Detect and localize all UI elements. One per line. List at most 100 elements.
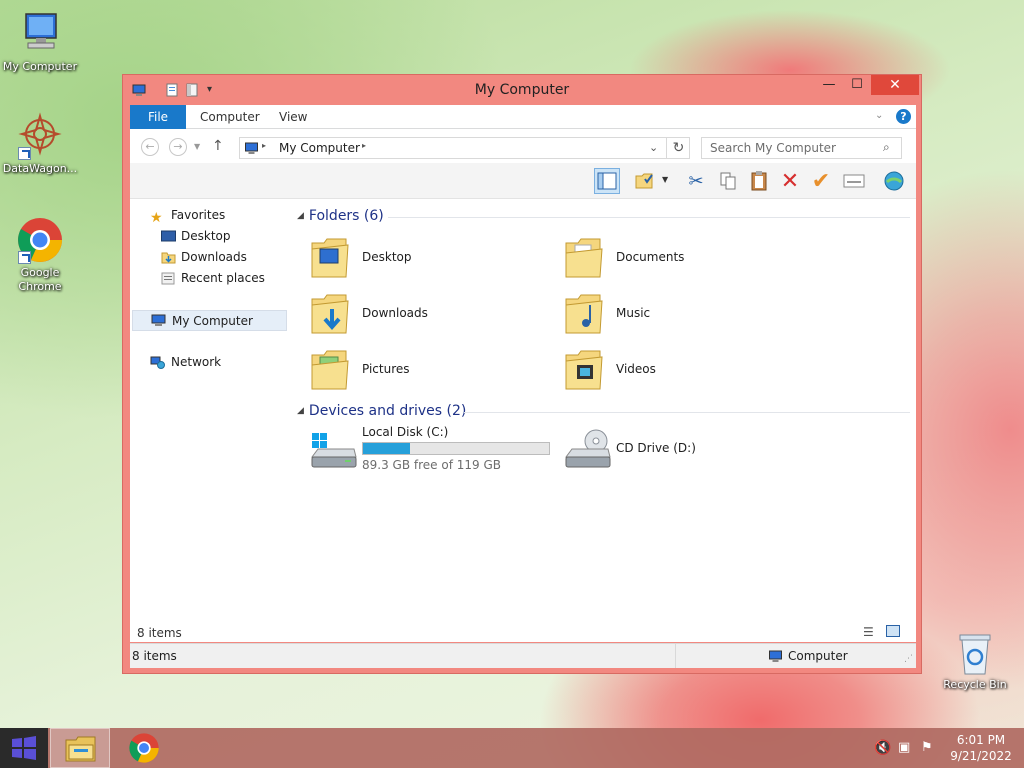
- shortcut-arrow-icon: [18, 147, 31, 160]
- group-divider: [388, 217, 910, 218]
- breadcrumb-separator-icon[interactable]: ▸: [362, 141, 366, 150]
- forward-button[interactable]: →: [169, 138, 187, 156]
- chrome-icon: [129, 733, 159, 763]
- details-view-icon[interactable]: ☰: [863, 625, 874, 639]
- nav-favorites-downloads[interactable]: Downloads: [161, 247, 247, 268]
- nav-favorites-desktop[interactable]: Desktop: [161, 226, 231, 247]
- refresh-icon[interactable]: ↻: [666, 137, 690, 159]
- collapse-triangle-icon[interactable]: ◢: [297, 211, 304, 221]
- minimize-button[interactable]: —: [815, 75, 843, 95]
- preview-pane-icon: [597, 172, 617, 190]
- nav-label: Network: [171, 355, 222, 369]
- folder-videos[interactable]: Videos: [564, 343, 804, 395]
- navigation-bar: ← → ▼ ↑ ▸ My Computer ▸ ⌄ ↻ Search My Co…: [130, 129, 916, 163]
- clock-date: 9/21/2022: [950, 749, 1012, 763]
- recent-places-icon: [161, 272, 175, 285]
- new-folder-icon[interactable]: [185, 83, 199, 97]
- up-button[interactable]: ↑: [212, 138, 224, 154]
- nav-label: Favorites: [171, 208, 226, 222]
- desktop-icon-my-computer[interactable]: My Computer: [0, 10, 80, 74]
- datawagon-icon: [16, 112, 64, 160]
- drive-local-disk-c[interactable]: Local Disk (C:) 89.3 GB free of 119 GB: [310, 423, 554, 475]
- drive-free-space: 89.3 GB free of 119 GB: [362, 458, 501, 472]
- properties-card-icon: [843, 174, 865, 188]
- rename-button[interactable]: ✔: [808, 168, 834, 194]
- back-button[interactable]: ←: [141, 138, 159, 156]
- group-header-folders[interactable]: ◢ Folders (6): [297, 208, 384, 224]
- nav-network[interactable]: Network: [150, 352, 221, 373]
- volume-muted-icon[interactable]: 🔇: [874, 740, 891, 756]
- taskbar-file-explorer[interactable]: [50, 728, 110, 768]
- maximize-button[interactable]: ☐: [843, 75, 871, 95]
- desktop-folder-icon: [311, 238, 349, 278]
- breadcrumb-separator-icon[interactable]: ▸: [262, 141, 266, 150]
- network-tray-icon[interactable]: ▣: [898, 740, 910, 755]
- clock-time: 6:01 PM: [956, 733, 1006, 747]
- delete-button[interactable]: ✕: [777, 168, 803, 194]
- nav-label: Recent places: [181, 271, 265, 285]
- videos-folder-icon: [565, 350, 603, 390]
- nav-label: My Computer: [172, 314, 253, 328]
- group-header-devices[interactable]: ◢ Devices and drives (2): [297, 403, 466, 419]
- action-center-flag-icon[interactable]: ⚑: [921, 740, 933, 755]
- taskbar-clock[interactable]: 6:01 PM 9/21/2022: [944, 732, 1018, 764]
- downloads-folder-icon: [311, 294, 349, 334]
- taskbar-chrome[interactable]: [120, 728, 168, 768]
- drive-cd-d[interactable]: CD Drive (D:): [564, 423, 804, 475]
- folder-music[interactable]: Music: [564, 287, 804, 339]
- group-divider: [464, 412, 910, 413]
- chrome-icon: [16, 216, 64, 264]
- collapse-triangle-icon[interactable]: ◢: [297, 406, 304, 416]
- copy-button[interactable]: [715, 168, 741, 194]
- explorer-window: ▾ My Computer — ☐ ✕ File Computer View ⌄…: [122, 74, 922, 674]
- cut-button[interactable]: ✂: [683, 168, 709, 194]
- desktop-icon-google-chrome[interactable]: Google Chrome: [0, 216, 80, 294]
- nav-favorites[interactable]: ★ Favorites: [150, 205, 225, 226]
- resize-grip-icon[interactable]: ⋰: [904, 654, 913, 664]
- status-item-count: 8 items: [132, 649, 177, 663]
- nav-favorites-recent-places[interactable]: Recent places: [161, 268, 265, 289]
- address-bar[interactable]: ▸ My Computer ▸ ⌄ ↻: [239, 137, 690, 159]
- tab-file[interactable]: File: [130, 105, 186, 129]
- tab-computer[interactable]: Computer: [187, 105, 273, 129]
- folder-options-button[interactable]: [632, 168, 658, 194]
- desktop-icon-datawagon[interactable]: DataWagon...: [0, 112, 80, 176]
- desktop-icon-label: DataWagon...: [2, 162, 78, 175]
- desktop-icon-recycle-bin[interactable]: Recycle Bin: [935, 632, 1015, 692]
- expand-ribbon-icon[interactable]: ⌄: [875, 110, 883, 121]
- search-icon[interactable]: ⌕: [883, 140, 890, 155]
- large-icons-view-icon[interactable]: [886, 625, 900, 637]
- preview-pane-button[interactable]: [594, 168, 620, 194]
- address-dropdown-icon[interactable]: ⌄: [649, 141, 658, 154]
- network-globe-button[interactable]: [881, 168, 907, 194]
- folder-desktop[interactable]: Desktop: [310, 231, 550, 283]
- properties-button[interactable]: [841, 168, 867, 194]
- nav-label: Downloads: [181, 250, 247, 264]
- folder-documents[interactable]: Documents: [564, 231, 804, 283]
- breadcrumb-item[interactable]: My Computer: [279, 141, 360, 155]
- properties-icon[interactable]: [165, 83, 179, 97]
- window-title: My Computer: [474, 82, 570, 98]
- folder-pictures[interactable]: Pictures: [310, 343, 550, 395]
- start-button[interactable]: [0, 728, 48, 768]
- close-button[interactable]: ✕: [871, 75, 919, 95]
- folder-downloads[interactable]: Downloads: [310, 287, 550, 339]
- folder-label: Documents: [616, 250, 685, 264]
- paste-button[interactable]: [746, 168, 772, 194]
- title-bar[interactable]: ▾ My Computer — ☐ ✕: [123, 75, 921, 105]
- folder-options-dropdown-icon[interactable]: ▼: [662, 175, 668, 184]
- tab-view[interactable]: View: [266, 105, 320, 129]
- local-disk-icon: [311, 433, 357, 468]
- customize-qat-icon[interactable]: ▾: [207, 84, 221, 98]
- folder-label: Downloads: [362, 306, 428, 320]
- toolbar: ▼ ✂ ✕ ✔: [130, 163, 916, 199]
- copy-icon: [720, 172, 736, 190]
- help-icon[interactable]: ?: [896, 109, 911, 124]
- group-title: Devices and drives (2): [308, 403, 467, 419]
- nav-my-computer[interactable]: My Computer: [132, 310, 287, 331]
- status-divider: [675, 644, 676, 668]
- windows-logo-icon: [12, 736, 36, 760]
- recent-locations-icon[interactable]: ▼: [194, 142, 200, 151]
- ribbon-tabs: File Computer View ⌄ ?: [130, 105, 916, 129]
- search-input[interactable]: Search My Computer: [701, 137, 902, 159]
